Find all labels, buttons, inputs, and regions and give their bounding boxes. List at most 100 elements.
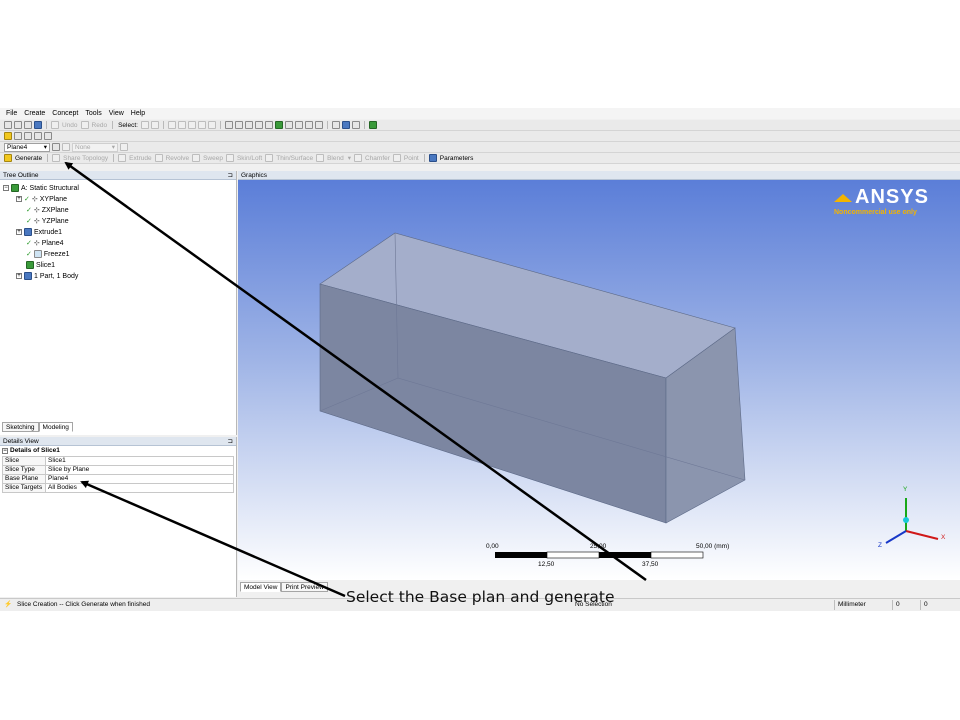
open-icon[interactable] <box>14 121 22 129</box>
tab-model-view[interactable]: Model View <box>240 582 282 592</box>
thinsurface-button[interactable]: Thin/Surface <box>275 155 314 162</box>
next-view-icon[interactable] <box>294 121 303 129</box>
extend-limits-icon[interactable] <box>24 132 32 140</box>
generate-button[interactable]: Generate <box>14 155 43 162</box>
redo-icon[interactable] <box>80 121 89 129</box>
share-topology-icon[interactable] <box>52 154 61 162</box>
details-group-header[interactable]: − Details of Slice1 <box>2 447 60 454</box>
save-icon[interactable] <box>24 121 32 129</box>
parameters-icon[interactable] <box>428 154 437 162</box>
tree-item-xyplane[interactable]: + ✓ ⊹ XYPlane <box>16 194 67 204</box>
display-edges-icon[interactable] <box>314 121 323 129</box>
extend-instances-icon[interactable] <box>44 132 52 140</box>
display-plane-icon[interactable] <box>331 121 340 129</box>
tree-item-plane4[interactable]: ✓ ⊹ Plane4 <box>26 238 64 248</box>
expand-icon[interactable]: + <box>16 273 22 279</box>
point-button[interactable]: Point <box>403 155 420 162</box>
units-indicator[interactable]: Millimeter <box>838 600 866 610</box>
extrude-icon[interactable] <box>118 154 127 162</box>
chamfer-button[interactable]: Chamfer <box>364 155 391 162</box>
tab-sketching[interactable]: Sketching <box>2 422 39 432</box>
magnifier-icon[interactable] <box>274 121 283 129</box>
tab-modeling[interactable]: Modeling <box>38 422 73 432</box>
extend-adjacent-icon[interactable] <box>14 132 22 140</box>
active-sketch-dropdown[interactable]: None ▾ <box>72 142 118 152</box>
new-plane-icon[interactable] <box>52 143 60 151</box>
tree-item-label: Plane4 <box>41 239 64 247</box>
point-icon[interactable] <box>392 154 401 162</box>
display-point-icon[interactable] <box>351 121 360 129</box>
model-canvas[interactable] <box>238 180 960 580</box>
select-points-icon[interactable] <box>167 121 176 129</box>
sweep-icon[interactable] <box>192 154 201 162</box>
menu-concept[interactable]: Concept <box>52 110 78 117</box>
new-icon[interactable] <box>4 121 12 129</box>
select-mode-icon[interactable] <box>140 121 149 129</box>
scale-label-bottom: 12,50 <box>538 561 555 568</box>
tree-item-zxplane[interactable]: ✓ ⊹ ZXPlane <box>26 205 69 215</box>
blend-button[interactable]: Blend <box>326 155 345 162</box>
look-at-sketch-icon[interactable] <box>120 143 128 151</box>
previous-view-icon[interactable] <box>284 121 293 129</box>
highlight-icon[interactable] <box>4 132 12 140</box>
display-model-icon[interactable] <box>341 121 350 129</box>
tree-item-extrude1[interactable]: + Extrude1 <box>16 227 62 237</box>
screenshot-icon[interactable] <box>34 121 42 129</box>
undo-icon[interactable] <box>51 121 59 129</box>
revolve-icon[interactable] <box>154 154 163 162</box>
pin-icon[interactable]: ⊐ <box>228 171 233 179</box>
sweep-button[interactable]: Sweep <box>202 155 224 162</box>
tree-item-parts[interactable]: + 1 Part, 1 Body <box>16 271 78 281</box>
expand-selection-icon[interactable] <box>34 132 42 140</box>
select-filter-icon[interactable] <box>150 121 159 129</box>
select-bodies-icon[interactable] <box>197 121 206 129</box>
box-zoom-icon[interactable] <box>254 121 263 129</box>
extrude-button[interactable]: Extrude <box>128 155 152 162</box>
collapse-icon[interactable]: − <box>3 185 9 191</box>
expand-icon[interactable]: + <box>16 229 22 235</box>
details-value[interactable]: Slice by Plane <box>45 465 234 475</box>
select-edges-icon[interactable] <box>177 121 186 129</box>
menu-tools[interactable]: Tools <box>85 110 101 117</box>
chamfer-icon[interactable] <box>353 154 362 162</box>
thinsurface-icon[interactable] <box>265 154 274 162</box>
tree-item-yzplane[interactable]: ✓ ⊹ YZPlane <box>26 216 69 226</box>
isometric-view-icon[interactable] <box>304 121 313 129</box>
details-value[interactable]: Slice1 <box>45 456 234 466</box>
pan-icon[interactable] <box>234 121 243 129</box>
select-faces-icon[interactable] <box>187 121 196 129</box>
expand-icon[interactable]: + <box>16 196 22 202</box>
pin-icon[interactable]: ⊐ <box>228 437 233 445</box>
toolbar-separator <box>46 121 47 129</box>
rotate-icon[interactable] <box>224 121 233 129</box>
skinloft-icon[interactable] <box>225 154 234 162</box>
details-value[interactable]: Plane4 <box>45 474 234 484</box>
zoom-icon[interactable] <box>244 121 253 129</box>
generate-icon[interactable] <box>4 154 12 162</box>
scale-label-top: 0,00 <box>486 543 499 550</box>
revolve-button[interactable]: Revolve <box>165 155 190 162</box>
zoom-fit-icon[interactable] <box>264 121 273 129</box>
active-plane-dropdown[interactable]: Plane4 ▾ <box>4 142 50 152</box>
undo-button[interactable]: Undo <box>61 122 79 129</box>
share-topology-button[interactable]: Share Topology <box>62 155 109 162</box>
blend-icon[interactable] <box>316 154 325 162</box>
parameters-button[interactable]: Parameters <box>439 155 475 162</box>
details-value[interactable]: All Bodies <box>45 483 234 493</box>
tree-item-freeze1[interactable]: ✓ Freeze1 <box>26 249 70 259</box>
new-sketch-icon[interactable] <box>62 143 70 151</box>
collapse-icon[interactable]: − <box>2 447 8 454</box>
select-all-icon[interactable] <box>207 121 216 129</box>
redo-button[interactable]: Redo <box>91 122 109 129</box>
look-at-icon[interactable] <box>368 121 377 129</box>
menu-help[interactable]: Help <box>131 110 145 117</box>
menu-view[interactable]: View <box>109 110 124 117</box>
menu-create[interactable]: Create <box>24 110 45 117</box>
skinloft-button[interactable]: Skin/Loft <box>236 155 263 162</box>
tree-root[interactable]: − A: Static Structural <box>3 183 79 193</box>
tab-print-preview[interactable]: Print Preview <box>281 582 328 592</box>
menu-file[interactable]: File <box>6 110 17 117</box>
tree-item-slice1[interactable]: Slice1 <box>26 260 55 270</box>
chevron-down-icon[interactable]: ▾ <box>347 154 352 162</box>
graphics-viewport[interactable]: ANSYS Noncommercial use only 0,00 25,00 … <box>238 180 960 580</box>
